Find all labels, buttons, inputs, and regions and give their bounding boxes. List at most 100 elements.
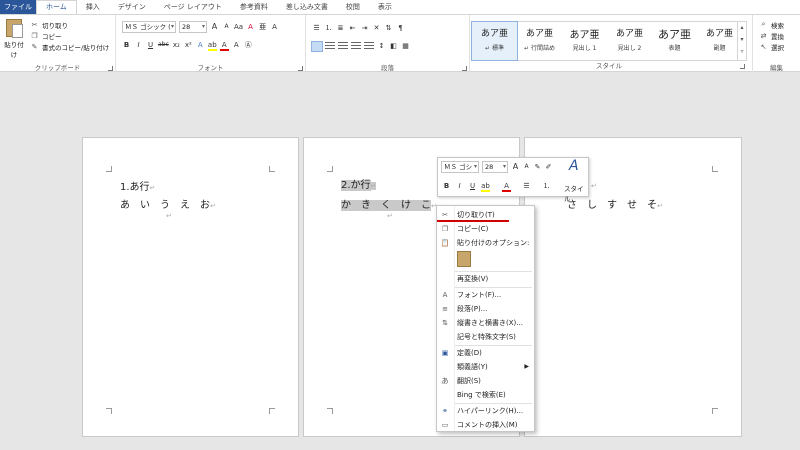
font-launcher[interactable] [298,66,303,71]
menu-item-label: フォント(F)... [457,290,502,299]
page2-heading[interactable]: 2.か行↵ [341,176,377,191]
tab-review[interactable]: 校閲 [337,0,369,14]
mini-numbering-icon[interactable]: ⒈ [542,180,551,192]
style-no-spacing[interactable]: あア亜 ↵ 行間詰め [517,22,562,60]
select-button[interactable]: ↖ 選択 [759,41,784,52]
mini-italic-button[interactable]: I [455,180,464,192]
bullets-icon[interactable]: ☰ [312,22,321,34]
replace-button[interactable]: ⇄ 置換 [759,30,784,41]
menu-item-hyperlink[interactable]: ⚭ ハイパーリンク(H)... [437,404,534,417]
show-marks-icon[interactable]: ¶ [396,22,405,34]
tab-mailings[interactable]: 差し込み文書 [277,0,337,14]
menu-item-label: 貼り付けのオプション: [457,238,530,247]
asian-layout-icon[interactable]: ✕ [372,22,381,34]
justify-icon[interactable] [351,41,361,51]
underline-button[interactable]: U [146,39,155,51]
strikethrough-button[interactable]: abc [158,39,169,51]
menu-item-define[interactable]: ▣ 定義(D) [437,346,534,359]
multilevel-list-icon[interactable]: ≣ [336,22,345,34]
format-painter-button[interactable]: ✎ 書式のコピー/貼り付け [30,41,110,52]
style-name: 見出し 1 [572,45,597,52]
shading-icon[interactable]: ◧ [389,40,398,52]
change-case-button[interactable]: Aa [234,21,243,33]
cut-button[interactable]: ✂ 切り取り [30,19,109,30]
page1-heading[interactable]: 1.あ行↵ [120,178,155,193]
grow-font-button[interactable]: A [210,21,219,33]
tab-insert[interactable]: 挿入 [77,0,109,14]
mini-underline-button[interactable]: U [468,180,477,192]
tab-page-layout[interactable]: ページ レイアウト [155,0,231,14]
mini-shrink-font-icon[interactable]: A [522,161,531,173]
font-name-combo[interactable]: ＭＳ ゴシック ( [122,21,176,33]
line-spacing-icon[interactable]: ↕ [377,40,386,52]
increase-indent-icon[interactable]: ⇥ [360,22,369,34]
styles-launcher[interactable] [740,64,745,69]
clipboard-launcher[interactable] [108,66,113,71]
bold-button[interactable]: B [122,39,131,51]
menu-item-reconvert[interactable]: 再変換(V) [437,272,534,285]
mini-bullets-icon[interactable]: ☰ [522,180,531,192]
mini-brush-icon[interactable]: ✐ [544,161,553,173]
mini-font-combo[interactable]: ＭＳ ゴシ [441,161,479,173]
clear-format-button[interactable]: A [246,21,255,33]
mini-font-color-icon[interactable]: A [502,180,511,192]
shrink-font-button[interactable]: A [222,21,231,33]
menu-item-translate[interactable]: あ 翻訳(S) [437,374,534,387]
mini-format-painter-icon[interactable]: ✎ [533,161,542,173]
menu-item-comment[interactable]: ▭ コメントの挿入(M) [437,418,534,431]
tab-design[interactable]: デザイン [109,0,155,14]
enclosed-char-icon[interactable]: A [270,21,279,33]
paste-button[interactable]: 貼り付け [3,19,25,59]
align-right-icon[interactable] [338,41,348,51]
char-border-icon[interactable]: Ⓐ [244,39,253,51]
style-normal[interactable]: あア亜 ↵ 標準 [471,21,518,61]
menu-item-text-direction[interactable]: ⇅ 縦書きと横書き(X)... [437,316,534,329]
tab-home[interactable]: ホーム [36,0,77,14]
style-heading-2[interactable]: あア亜 見出し 2 [607,22,652,60]
styles-scroll[interactable]: ▴ ▾ ▿ [737,22,746,60]
page1-body[interactable]: あ い う え お↵ [120,196,216,211]
menu-item-bing[interactable]: Bing で検索(E) [437,388,534,401]
cut-label: 切り取り [42,21,68,30]
mini-size-combo[interactable]: 28 [482,161,508,173]
decrease-indent-icon[interactable]: ⇤ [348,22,357,34]
menu-item-synonyms[interactable]: 類義語(Y) ▶ [437,360,534,373]
page-1[interactable]: 1.あ行↵ あ い う え お↵ ↵ [82,137,299,437]
text-effects-button[interactable]: A [196,39,205,51]
page2-body[interactable]: か き く け こ↵ [341,196,437,211]
menu-item-label: 記号と特殊文字(S) [457,332,516,341]
sort-icon[interactable]: ⇅ [384,22,393,34]
phonetic-guide-icon[interactable]: 亜 [258,21,267,33]
copy-button[interactable]: ❐ コピー [30,30,109,41]
distributed-icon[interactable] [364,41,374,51]
menu-item-font[interactable]: A フォント(F)... [437,288,534,301]
find-button[interactable]: ⌕ 検索 [759,19,784,30]
highlight-button[interactable]: ab [207,39,217,51]
style-title[interactable]: あア亜 表題 [652,22,697,60]
subscript-button[interactable]: x₂ [172,39,181,51]
font-size-combo[interactable]: 28 [179,21,207,33]
tab-view[interactable]: 表示 [369,0,401,14]
char-shading-icon[interactable]: A [232,39,241,51]
borders-icon[interactable]: ▦ [401,40,410,52]
menu-item-copy[interactable]: ❐ コピー(C) [437,222,534,235]
menu-item-symbols[interactable]: 記号と特殊文字(S) [437,330,534,343]
mini-grow-font-icon[interactable]: A [511,161,520,173]
select-label: 選択 [771,43,784,52]
numbering-icon[interactable]: ⒈ [324,22,333,34]
style-subtitle[interactable]: あア亜 副題 [697,22,742,60]
tab-references[interactable]: 参考資料 [231,0,277,14]
paste-keep-format-icon[interactable] [457,251,471,267]
tab-file[interactable]: ファイル [0,0,36,14]
font-color-button[interactable]: A [219,39,229,51]
mini-bold-button[interactable]: B [442,180,451,192]
mini-highlight-icon[interactable]: ab [481,180,490,192]
style-heading-1[interactable]: あア亜 見出し 1 [562,22,607,60]
mini-styles-icon[interactable]: A [569,159,579,173]
italic-button[interactable]: I [134,39,143,51]
superscript-button[interactable]: x² [184,39,193,51]
menu-item-paragraph[interactable]: ≡ 段落(P)... [437,302,534,315]
align-center-icon[interactable] [325,41,335,51]
align-left-icon[interactable] [311,40,323,52]
paragraph-launcher[interactable] [462,66,467,71]
